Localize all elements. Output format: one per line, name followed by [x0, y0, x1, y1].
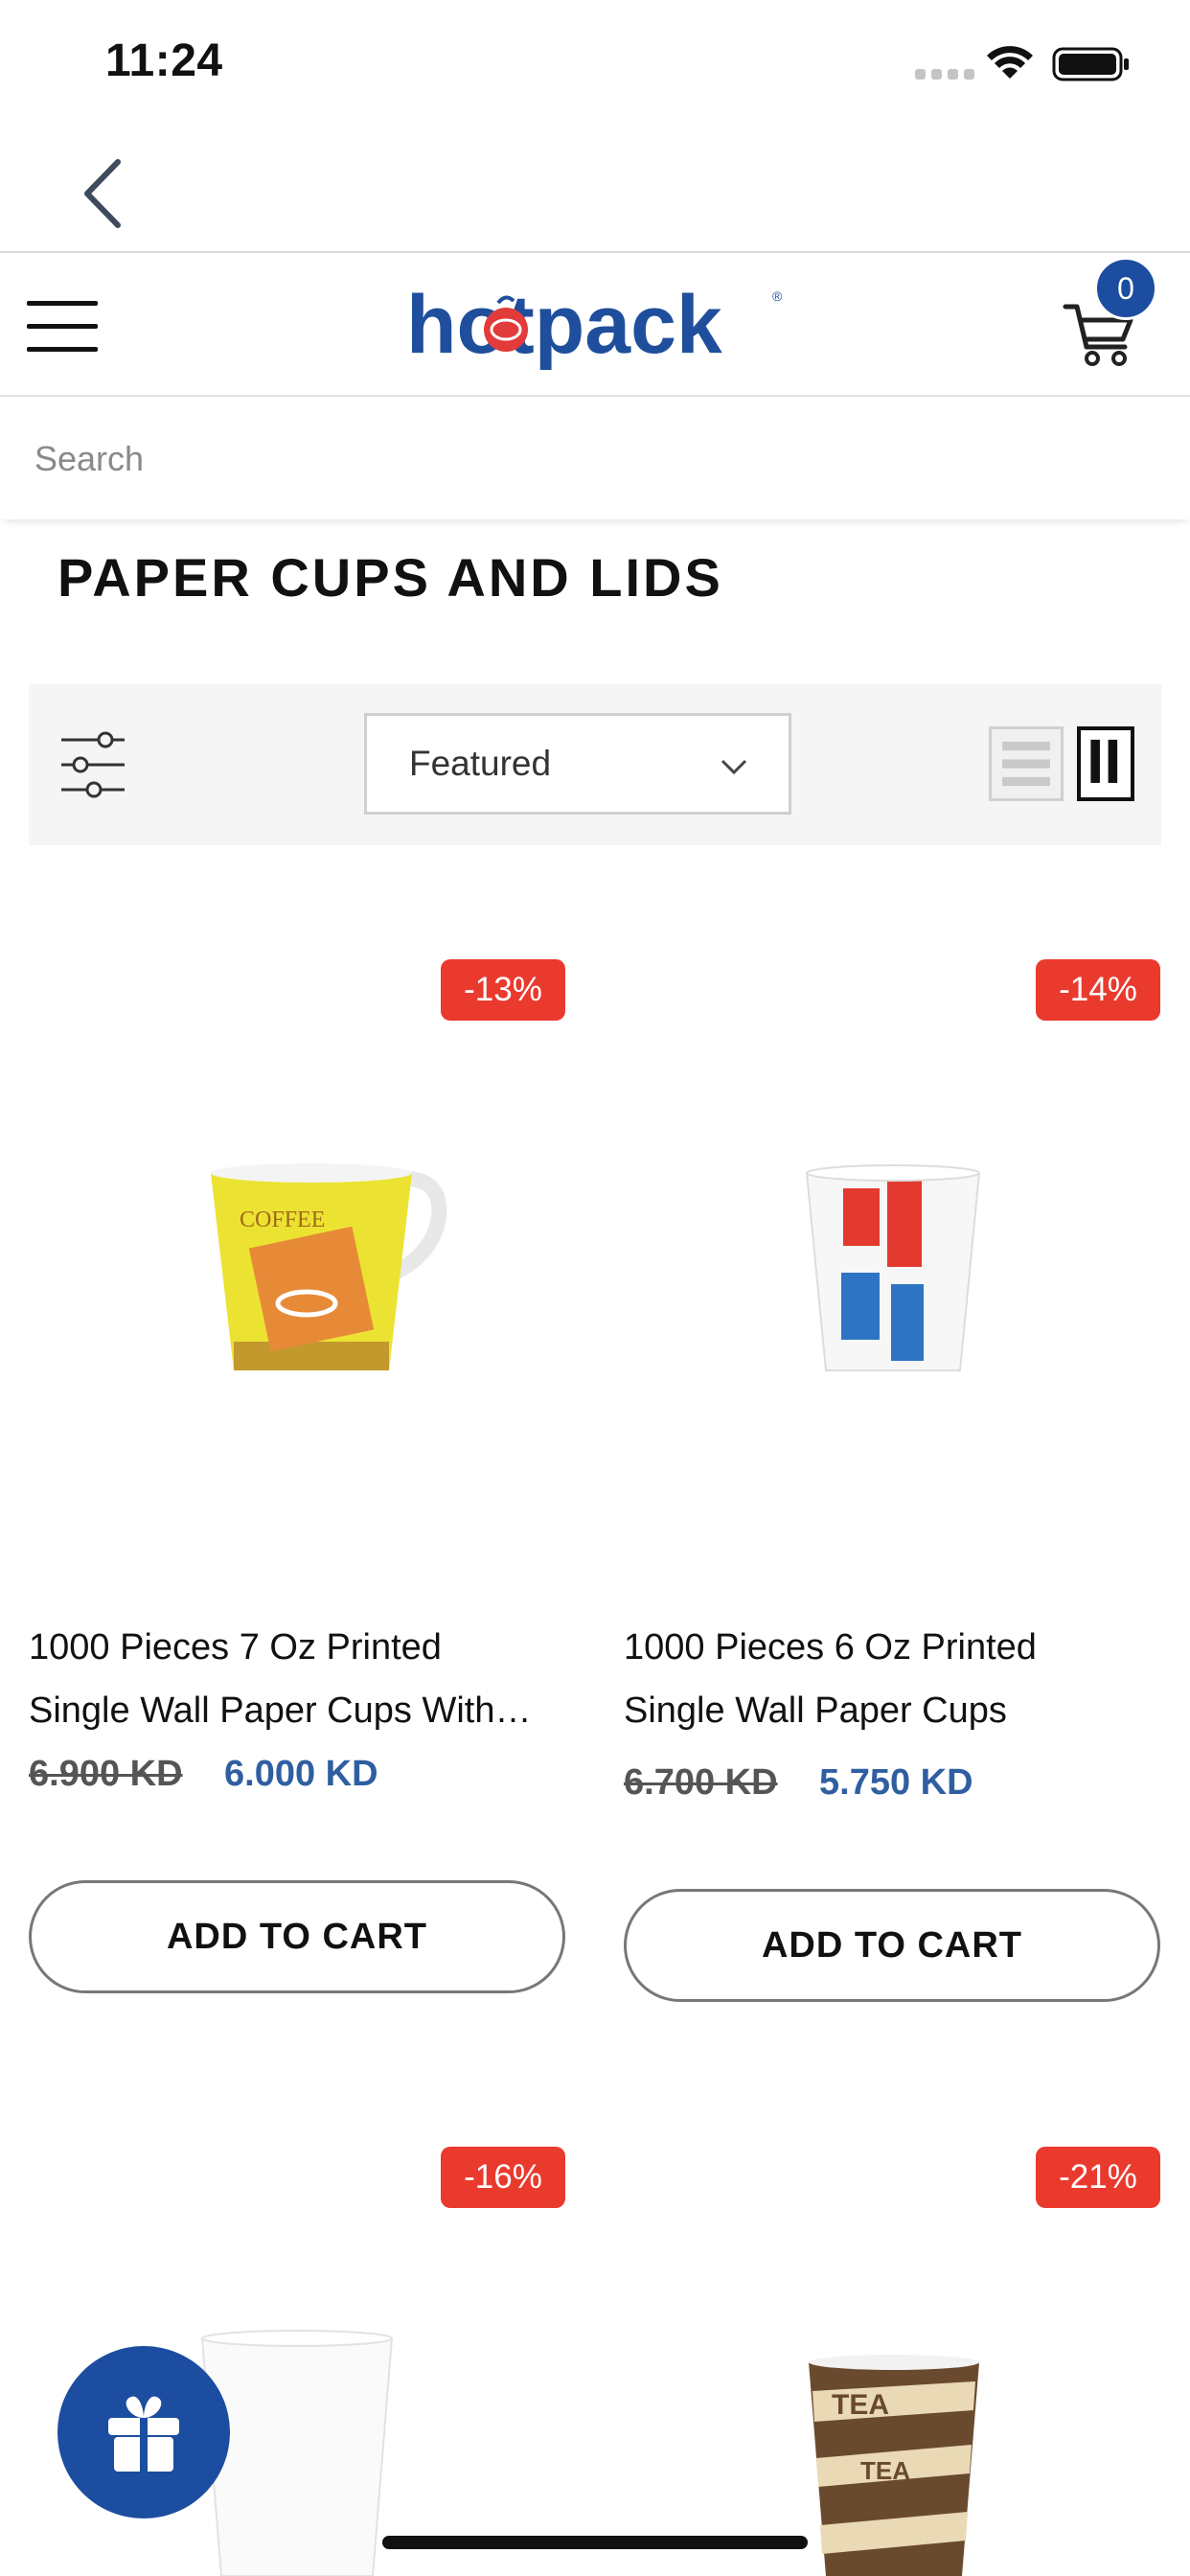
chevron-down-icon: [721, 759, 747, 775]
product-name-line2[interactable]: Single Wall Paper Cups: [624, 1679, 1179, 1742]
listing-toolbar: Featured: [29, 684, 1161, 845]
back-chevron-icon: [84, 159, 121, 228]
svg-text:®: ®: [772, 288, 783, 304]
status-bar: 11:24: [0, 0, 1190, 126]
add-to-cart-button[interactable]: ADD TO CART: [29, 1880, 565, 1993]
product-image[interactable]: COFFEE: [192, 1150, 460, 1380]
wifi-icon: [987, 46, 1033, 79]
gift-icon: [108, 2396, 179, 2472]
signal-icon: [915, 69, 974, 80]
hotpack-logo[interactable]: hotpack ®: [402, 274, 795, 380]
svg-text:TEA: TEA: [832, 2389, 889, 2421]
original-price: 6.900 KD: [29, 1754, 183, 1794]
menu-icon-line: [27, 324, 98, 329]
product-name-line1[interactable]: 1000 Pieces 7 Oz Printed: [29, 1616, 584, 1679]
product-name-line1[interactable]: 1000 Pieces 6 Oz Printed: [624, 1616, 1179, 1679]
menu-icon-line: [27, 301, 98, 306]
cart-count-badge: 0: [1094, 257, 1157, 320]
page-title: PAPER CUPS AND LIDS: [57, 547, 723, 608]
sort-selected-label: Featured: [409, 744, 552, 783]
navigation-bar: [0, 126, 1190, 253]
product-image[interactable]: TEA TEA: [803, 2353, 985, 2576]
site-header: hotpack ®: [0, 255, 1190, 397]
sale-price: 6.000 KD: [224, 1754, 378, 1794]
sort-dropdown[interactable]: Featured: [364, 713, 791, 815]
discount-badge: -21%: [1036, 2147, 1160, 2208]
search-input[interactable]: [34, 426, 1156, 493]
sale-price: 5.750 KD: [819, 1762, 973, 1803]
add-to-cart-button[interactable]: ADD TO CART: [624, 1889, 1160, 2002]
original-price: 6.700 KD: [624, 1762, 778, 1803]
list-view-icon[interactable]: [989, 726, 1064, 801]
search-bar: [0, 399, 1190, 519]
svg-text:TEA: TEA: [860, 2456, 910, 2485]
svg-text:hotpack: hotpack: [406, 279, 722, 371]
discount-badge: -16%: [441, 2147, 565, 2208]
product-name-line2[interactable]: Single Wall Paper Cups With…: [29, 1679, 584, 1742]
product-image[interactable]: [797, 1160, 989, 1380]
svg-text:COFFEE: COFFEE: [240, 1208, 325, 1232]
gift-button[interactable]: [57, 2346, 230, 2518]
discount-badge: -14%: [1036, 959, 1160, 1021]
grid-view-icon[interactable]: [1077, 726, 1134, 801]
back-button[interactable]: [69, 153, 136, 234]
discount-badge: -13%: [441, 959, 565, 1021]
menu-icon-line: [27, 347, 98, 352]
menu-button[interactable]: [27, 297, 100, 355]
home-indicator: [382, 2536, 808, 2549]
battery-icon: [1052, 47, 1129, 81]
status-time: 11:24: [105, 35, 223, 86]
filter-sliders-icon[interactable]: [59, 728, 126, 801]
